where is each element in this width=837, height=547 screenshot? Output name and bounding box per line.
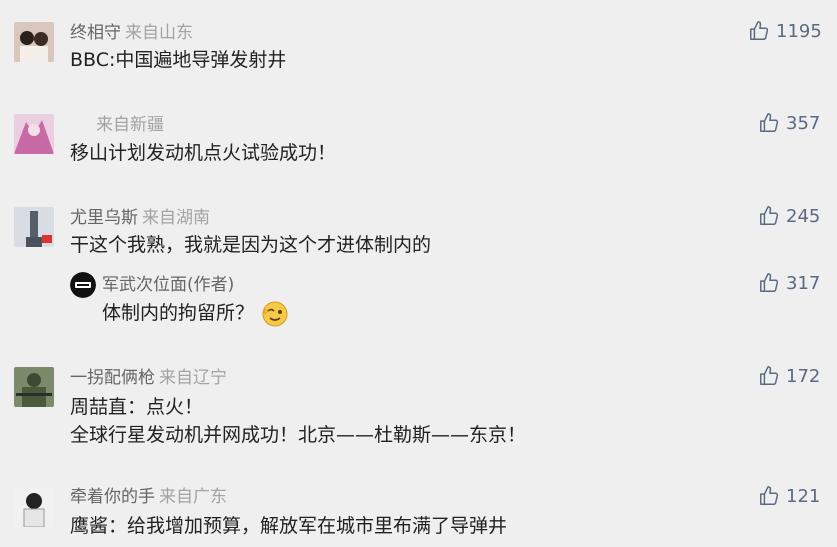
author-tag: (作者) [187,275,235,295]
comment-meta: 牵着你的手 来自广东 [70,486,227,508]
comment-text: 全球行星发动机并网成功！北京——杜勒斯——东京！ [70,424,527,446]
comment-text: 鹰酱：给我增加预算，解放军在城市里布满了导弹井 [70,515,508,537]
avatar[interactable] [14,207,54,247]
avatar[interactable] [14,367,54,407]
like-count: 357 [786,112,821,134]
reply-like-button[interactable]: 317 [758,272,820,294]
username[interactable]: 牵着你的手 [70,487,155,507]
like-count: 1195 [776,20,822,42]
username[interactable]: 终相守 [70,23,121,43]
comment-text: 干这个我熟，我就是因为这个才进体制内的 [70,234,432,256]
reply-text: 体制内的拘留所？ [102,300,288,327]
winking-face-emoji [262,301,288,326]
comment-meta: 来自新疆 [70,114,164,136]
comment-meta: 一拐配俩枪 来自辽宁 [70,367,227,389]
avatar[interactable] [14,487,54,527]
thumbs-up-icon [760,273,779,292]
avatar[interactable] [14,114,54,154]
comment-meta: 终相守 来自山东 [70,22,193,44]
like-count: 317 [786,272,821,294]
like-button[interactable]: 172 [758,365,820,387]
reply-username[interactable]: 军武次位面 [102,275,187,295]
thumbs-up-icon [760,486,779,505]
location-label: 来自新疆 [96,115,164,135]
like-button[interactable]: 121 [758,485,820,507]
location-label: 来自广东 [159,487,227,507]
like-button[interactable]: 1195 [748,20,822,42]
like-button[interactable]: 245 [758,205,820,227]
comment-text: BBC:中国遍地导弹发射井 [70,49,287,71]
like-count: 172 [786,365,821,387]
comment-text: 周喆直：点火！ [70,396,204,418]
thumbs-up-icon [760,113,779,132]
reply-text-content: 体制内的拘留所？ [102,302,255,324]
thumbs-up-icon [760,366,779,385]
like-button[interactable]: 357 [758,112,820,134]
like-count: 121 [786,485,821,507]
location-label: 来自山东 [125,23,193,43]
location-label: 来自辽宁 [159,368,227,388]
like-count: 245 [786,205,821,227]
reply-avatar[interactable] [70,272,96,298]
username[interactable]: 一拐配俩枪 [70,368,155,388]
thumbs-up-icon [760,206,779,225]
reply-meta: 军武次位面(作者) [102,274,234,296]
comment-meta: 尤里乌斯 来自湖南 [70,207,210,229]
location-label: 来自湖南 [142,208,210,228]
username[interactable]: 尤里乌斯 [70,208,138,228]
avatar[interactable] [14,22,54,62]
comment-text: 移山计划发动机点火试验成功！ [70,142,337,164]
thumbs-up-icon [750,21,769,40]
